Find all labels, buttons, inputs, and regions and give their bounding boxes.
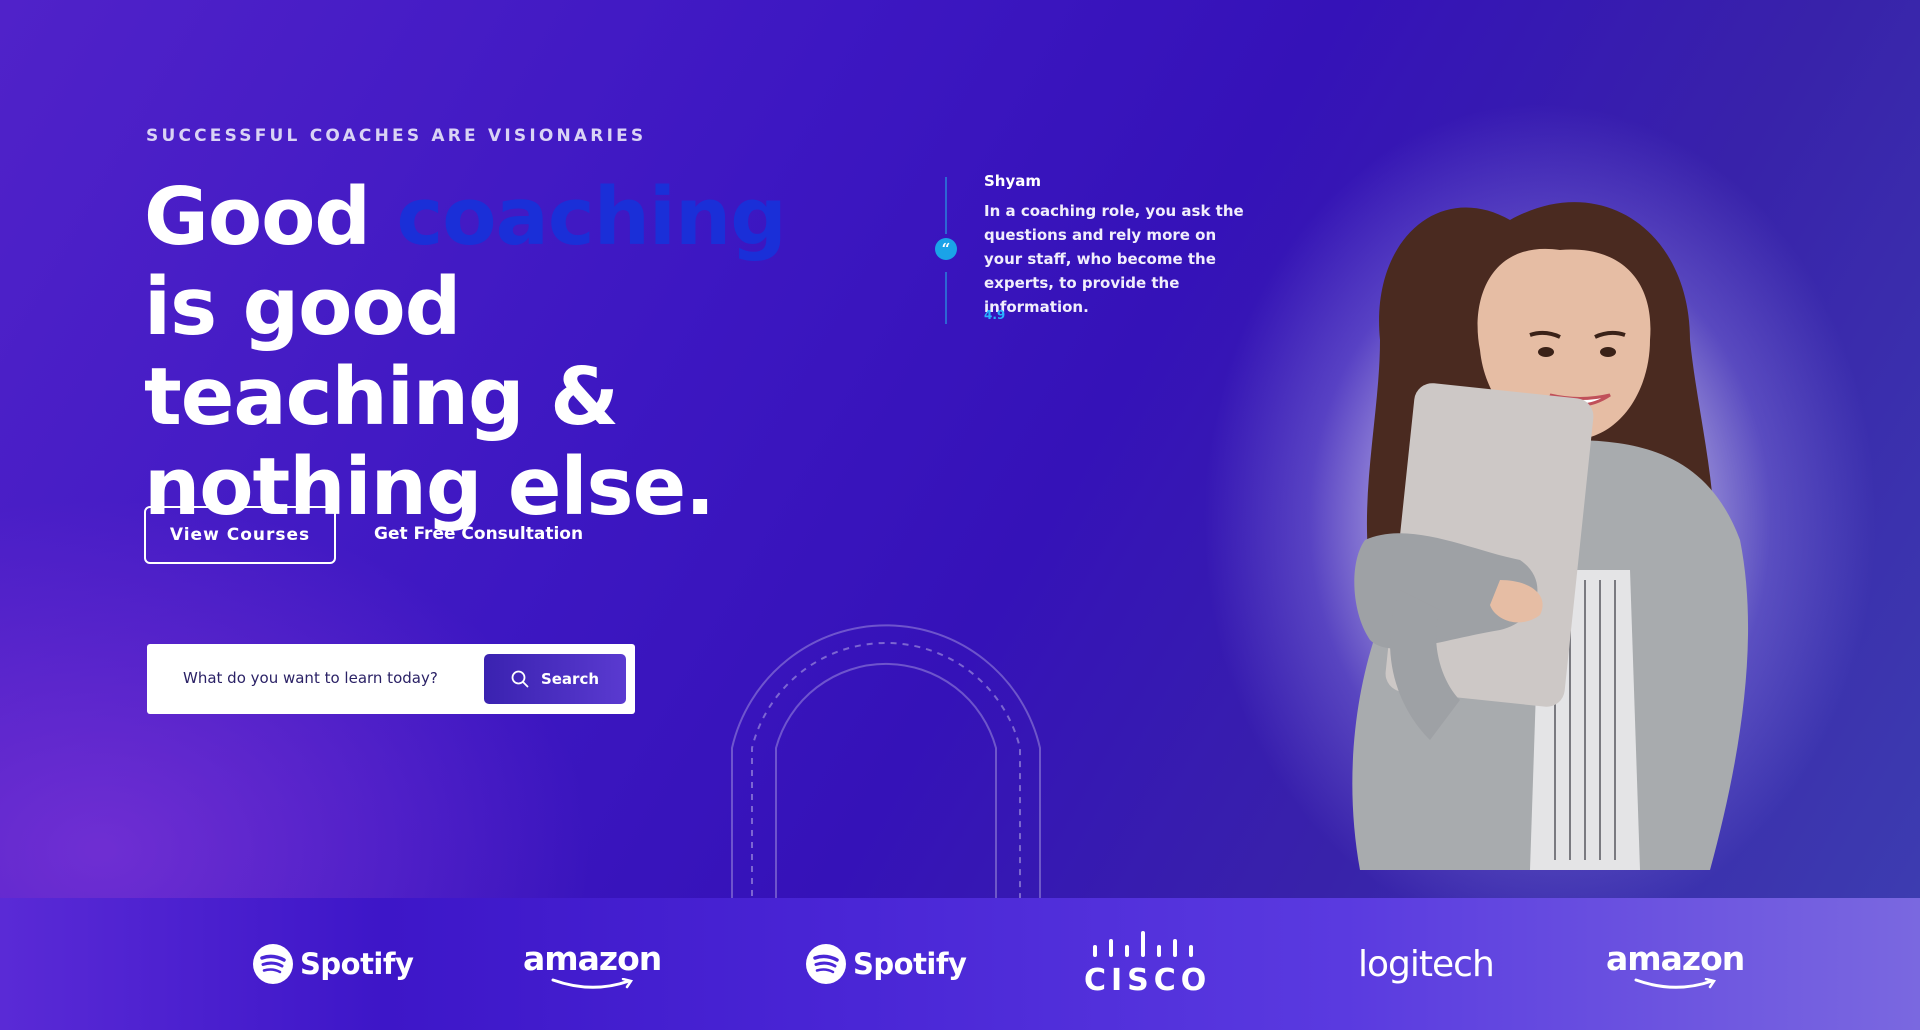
logo-amazon-text: amazon xyxy=(523,938,662,978)
logo-logitech: logitech xyxy=(1358,898,1495,1030)
partner-logos-bar: Spotify amazon Spotify CISCO logitech am… xyxy=(0,898,1920,1030)
headline-part1: Good xyxy=(144,171,397,263)
quote-icon: “ xyxy=(935,238,957,260)
woman-holding-laptop-image xyxy=(1352,202,1749,870)
hero-section: SUCCESSFUL COACHES ARE VISIONARIES Good … xyxy=(0,0,1920,898)
hero-eyebrow: SUCCESSFUL COACHES ARE VISIONARIES xyxy=(146,126,647,146)
logo-amazon-text: amazon xyxy=(1606,938,1745,978)
logo-spotify-1: Spotify xyxy=(252,898,414,1030)
logo-amazon-1: amazon xyxy=(523,898,662,1030)
logo-amazon-2: amazon xyxy=(1606,898,1745,1030)
logo-cisco: CISCO xyxy=(1084,898,1211,1030)
search-button[interactable]: Search xyxy=(484,654,626,704)
view-courses-button[interactable]: View Courses xyxy=(144,506,336,564)
testimonial-rating: 4.9 xyxy=(984,308,1006,322)
search-box: Search xyxy=(147,644,635,714)
hero-headline: Good coaching is good teaching & nothing… xyxy=(144,172,844,532)
amazon-smile-icon xyxy=(551,977,634,989)
testimonial-text: In a coaching role, you ask the question… xyxy=(984,202,1244,316)
headline-part2: is good teaching & nothing else. xyxy=(144,261,715,533)
logo-logitech-text: logitech xyxy=(1358,943,1495,985)
testimonial-name: Shyam xyxy=(984,172,1042,190)
cisco-bars-icon xyxy=(1092,930,1193,957)
logo-spotify-text: Spotify xyxy=(853,947,967,981)
logo-spotify-2: Spotify xyxy=(805,898,967,1030)
spotify-icon xyxy=(253,944,293,984)
search-icon xyxy=(511,670,529,688)
search-button-label: Search xyxy=(540,670,600,688)
logo-spotify-text: Spotify xyxy=(300,947,414,981)
free-consultation-link[interactable]: Get Free Consultation xyxy=(374,524,583,544)
quote-divider-top xyxy=(945,177,947,234)
headline-accent-word: coaching xyxy=(396,171,786,263)
search-input[interactable] xyxy=(181,668,445,688)
decorative-arch xyxy=(731,624,1041,898)
quote-divider-bottom xyxy=(945,272,947,324)
spotify-icon xyxy=(806,944,846,984)
logo-cisco-text: CISCO xyxy=(1084,962,1212,998)
amazon-smile-icon xyxy=(1634,977,1717,989)
